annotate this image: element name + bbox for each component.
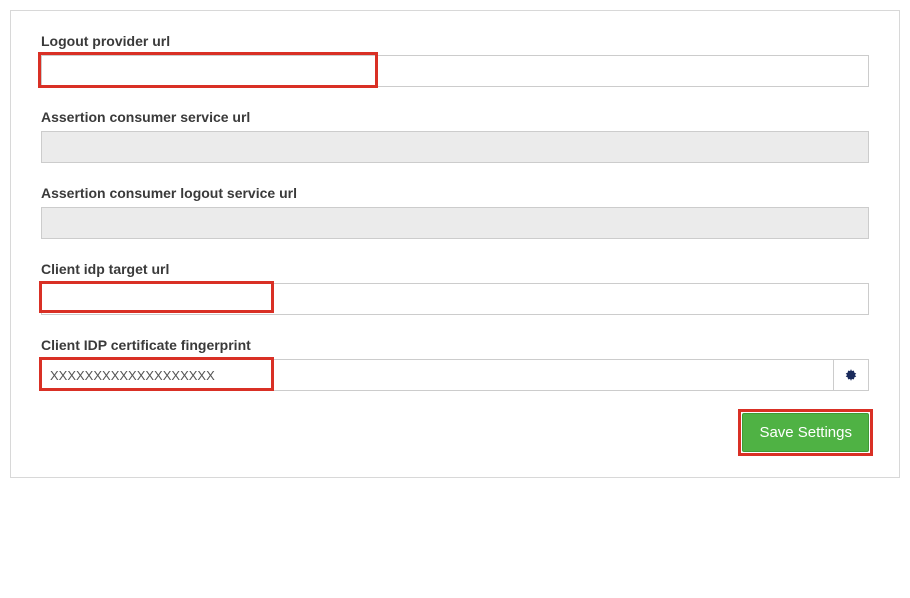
actions-bar: Save Settings	[41, 413, 869, 452]
logout-provider-label: Logout provider url	[41, 33, 869, 49]
acs-logout-url-row	[41, 207, 869, 239]
settings-panel: Logout provider url Assertion consumer s…	[10, 10, 900, 478]
acs-url-label: Assertion consumer service url	[41, 109, 869, 125]
acs-logout-url-input	[41, 207, 869, 239]
field-acs-logout-url: Assertion consumer logout service url	[41, 185, 869, 239]
field-acs-url: Assertion consumer service url	[41, 109, 869, 163]
client-idp-cert-row	[41, 359, 869, 391]
client-idp-target-label: Client idp target url	[41, 261, 869, 277]
client-idp-target-row	[41, 283, 869, 315]
acs-url-input	[41, 131, 869, 163]
cert-settings-button[interactable]	[833, 359, 869, 391]
logout-provider-input[interactable]	[41, 55, 869, 87]
logout-provider-row	[41, 55, 869, 87]
client-idp-cert-input[interactable]	[41, 359, 833, 391]
acs-logout-url-label: Assertion consumer logout service url	[41, 185, 869, 201]
save-wrap: Save Settings	[742, 413, 869, 452]
client-idp-cert-label: Client IDP certificate fingerprint	[41, 337, 869, 353]
acs-url-row	[41, 131, 869, 163]
field-client-idp-target: Client idp target url	[41, 261, 869, 315]
field-logout-provider: Logout provider url	[41, 33, 869, 87]
client-idp-target-input[interactable]	[41, 283, 869, 315]
save-settings-button[interactable]: Save Settings	[742, 413, 869, 452]
gear-icon	[844, 368, 858, 382]
field-client-idp-cert: Client IDP certificate fingerprint	[41, 337, 869, 391]
